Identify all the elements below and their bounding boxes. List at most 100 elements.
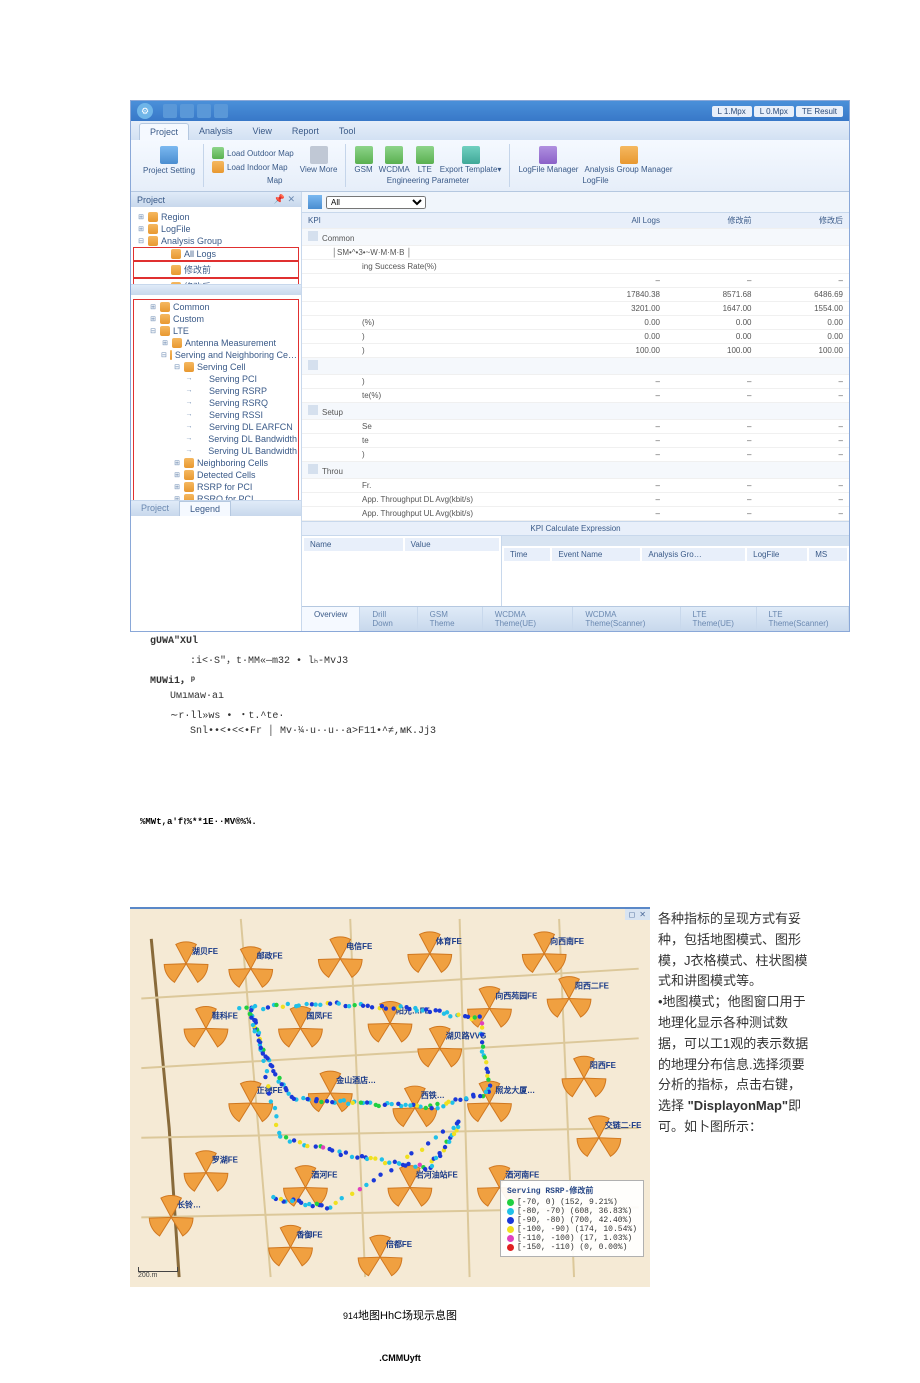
drive-test-point[interactable] bbox=[273, 1106, 277, 1110]
project-tab[interactable]: Project bbox=[131, 501, 179, 516]
map-window-controls[interactable]: ◻ ✕ bbox=[625, 909, 650, 920]
drive-test-point[interactable] bbox=[480, 1040, 484, 1044]
drive-test-point[interactable] bbox=[292, 1138, 296, 1142]
tab-tool[interactable]: Tool bbox=[329, 123, 366, 140]
cell-site-sector[interactable] bbox=[318, 959, 340, 978]
drive-test-point[interactable] bbox=[430, 1106, 434, 1110]
cell-site-sector[interactable] bbox=[186, 964, 208, 983]
cell-site-sector[interactable] bbox=[577, 1138, 599, 1157]
drive-test-point[interactable] bbox=[478, 1094, 482, 1098]
drive-test-point[interactable] bbox=[290, 1095, 294, 1099]
cell-site-sector[interactable] bbox=[279, 1028, 301, 1047]
tree-item[interactable]: ⊞Detected Cells bbox=[135, 469, 297, 481]
project-setting-button[interactable] bbox=[160, 146, 178, 164]
expand-icon[interactable]: → bbox=[185, 375, 193, 383]
drive-test-point[interactable] bbox=[288, 1139, 292, 1143]
tree-item[interactable]: →Serving DL EARFCN bbox=[135, 421, 297, 433]
cell-site-sector[interactable] bbox=[229, 1103, 251, 1122]
title-chip-3[interactable]: TE Result bbox=[796, 106, 843, 117]
drive-test-point[interactable] bbox=[405, 1155, 409, 1159]
theme-tab[interactable]: Overview bbox=[302, 607, 360, 631]
drive-test-point[interactable] bbox=[480, 1049, 484, 1053]
drive-test-point[interactable] bbox=[297, 1003, 301, 1007]
drive-test-point[interactable] bbox=[380, 1004, 384, 1008]
expand-icon[interactable]: → bbox=[185, 411, 193, 419]
drive-test-point[interactable] bbox=[434, 1156, 438, 1160]
drive-test-point[interactable] bbox=[384, 1006, 388, 1010]
kpi-row[interactable]: │SM•^•3•~W·M·M·B │ bbox=[302, 246, 849, 260]
drive-test-point[interactable] bbox=[407, 1007, 411, 1011]
drive-test-point[interactable] bbox=[267, 1091, 271, 1095]
cell-site-sector[interactable] bbox=[229, 969, 251, 988]
drive-test-point[interactable] bbox=[350, 1192, 354, 1196]
cell-site-sector[interactable] bbox=[164, 964, 186, 983]
drive-test-point[interactable] bbox=[486, 1070, 490, 1074]
drive-test-point[interactable] bbox=[305, 1097, 309, 1101]
tree-item[interactable]: ⊞LogFile bbox=[133, 223, 299, 235]
drive-test-point[interactable] bbox=[277, 1076, 281, 1080]
kpi-expression-bar[interactable]: KPI Calculate Expression bbox=[302, 521, 849, 536]
tree-item[interactable]: ⊞Common bbox=[135, 301, 297, 313]
kpi-group-row[interactable]: Setup bbox=[302, 403, 849, 420]
export-template-button[interactable]: Export Template▾ bbox=[440, 146, 502, 174]
drive-test-point[interactable] bbox=[483, 1055, 487, 1059]
tree-item[interactable]: ⊞Region bbox=[133, 211, 299, 223]
cell-site-sector[interactable] bbox=[489, 1008, 511, 1027]
drive-test-point[interactable] bbox=[408, 1103, 412, 1107]
kpi-row[interactable]: )100.00100.00100.00 bbox=[302, 344, 849, 358]
theme-tab[interactable]: LTE Theme(Scanner) bbox=[757, 607, 850, 631]
col-header[interactable]: Value bbox=[405, 538, 499, 551]
drive-test-point[interactable] bbox=[480, 1032, 484, 1036]
cell-site-sector[interactable] bbox=[340, 959, 362, 978]
cell-site-sector[interactable] bbox=[468, 1103, 490, 1122]
col-header[interactable]: Name bbox=[304, 538, 403, 551]
cell-site-sector[interactable] bbox=[206, 1028, 228, 1047]
drive-test-point[interactable] bbox=[274, 1123, 278, 1127]
scroll-header[interactable] bbox=[502, 536, 849, 546]
drive-test-point[interactable] bbox=[447, 1140, 451, 1144]
kpi-row[interactable]: )0.000.000.00 bbox=[302, 330, 849, 344]
tree-item[interactable]: →Serving RSRQ bbox=[135, 397, 297, 409]
drive-test-point[interactable] bbox=[261, 1007, 265, 1011]
drive-test-point[interactable] bbox=[378, 1172, 382, 1176]
tree-item[interactable]: 修改后 bbox=[133, 278, 299, 285]
drive-test-point[interactable] bbox=[390, 1102, 394, 1106]
tab-project[interactable]: Project bbox=[139, 123, 189, 140]
drive-test-point[interactable] bbox=[339, 1153, 343, 1157]
drive-test-point[interactable] bbox=[346, 1102, 350, 1106]
expand-icon[interactable] bbox=[308, 360, 318, 370]
drive-test-point[interactable] bbox=[333, 1201, 337, 1205]
drive-test-point[interactable] bbox=[424, 1106, 428, 1110]
drive-test-point[interactable] bbox=[445, 1010, 449, 1014]
expand-icon[interactable]: ⊟ bbox=[149, 327, 157, 335]
drive-test-point[interactable] bbox=[284, 1135, 288, 1139]
kpi-group-row[interactable]: Throu bbox=[302, 462, 849, 479]
drive-test-point[interactable] bbox=[359, 1101, 363, 1105]
kpi-row[interactable]: te––– bbox=[302, 434, 849, 448]
kpi-row[interactable]: ––– bbox=[302, 274, 849, 288]
drive-test-point[interactable] bbox=[271, 1195, 275, 1199]
logfile-manager-button[interactable]: LogFile Manager bbox=[518, 146, 578, 174]
drive-test-point[interactable] bbox=[430, 1164, 434, 1168]
drive-test-point[interactable] bbox=[344, 1150, 348, 1154]
drive-test-point[interactable] bbox=[274, 1003, 278, 1007]
lte-button[interactable]: LTE bbox=[416, 146, 434, 174]
expand-icon[interactable]: ⊟ bbox=[161, 351, 167, 359]
drive-test-point[interactable] bbox=[426, 1141, 430, 1145]
drive-test-point[interactable] bbox=[361, 1004, 365, 1008]
expand-icon[interactable]: ⊞ bbox=[161, 339, 169, 347]
drive-test-point[interactable] bbox=[259, 1046, 263, 1050]
expand-icon[interactable]: → bbox=[185, 399, 193, 407]
tree-item[interactable]: 修改前 bbox=[133, 261, 299, 278]
map-window[interactable]: ◻ ✕ 邮政FE电信FE体育FE鞋科FE国凤FE阳光…FE正德FE金山酒店…西铁… bbox=[130, 907, 650, 1287]
drive-test-point[interactable] bbox=[452, 1132, 456, 1136]
drive-test-point[interactable] bbox=[423, 1167, 427, 1171]
drive-test-point[interactable] bbox=[347, 1004, 351, 1008]
drive-test-point[interactable] bbox=[278, 1134, 282, 1138]
expand-icon[interactable]: ⊞ bbox=[137, 213, 145, 221]
drive-test-point[interactable] bbox=[352, 1003, 356, 1007]
tree-item[interactable]: ⊞RSRP for PCI bbox=[135, 481, 297, 493]
drive-test-point[interactable] bbox=[383, 1161, 387, 1165]
drive-test-point[interactable] bbox=[315, 1202, 319, 1206]
drive-test-point[interactable] bbox=[451, 1126, 455, 1130]
